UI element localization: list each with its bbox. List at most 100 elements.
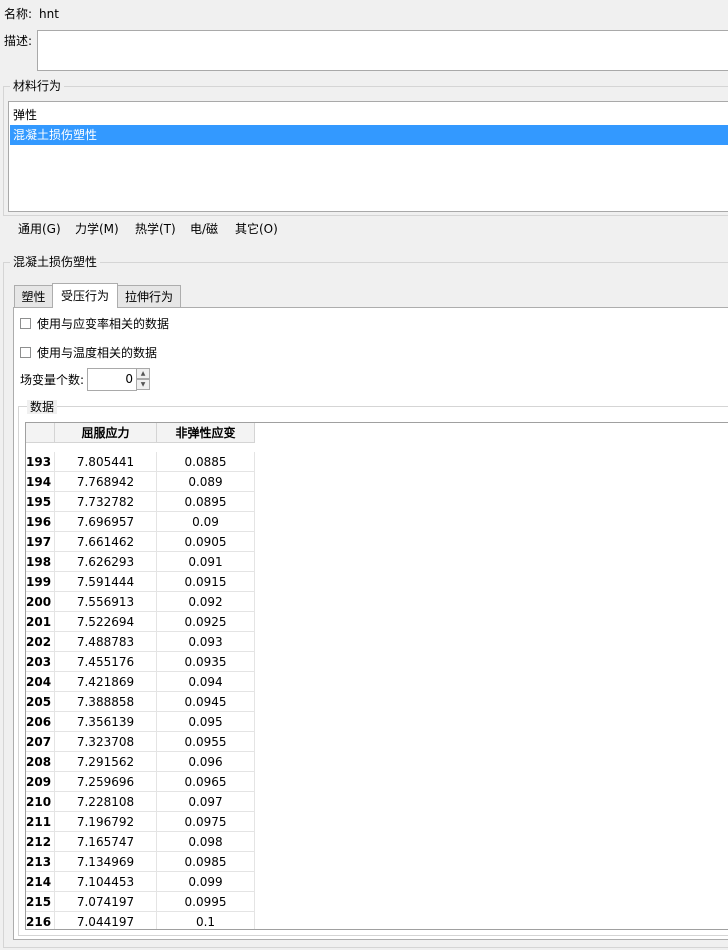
inelastic-strain-cell[interactable]: 0.09 [157,512,255,532]
temperature-label: 使用与温度相关的数据 [37,346,158,360]
yield-stress-cell[interactable]: 7.104453 [55,872,157,892]
chevron-up-icon: ▲ [140,370,146,377]
temperature-checkbox[interactable] [20,347,31,358]
row-number: 204 [26,672,55,692]
inelastic-strain-cell[interactable]: 0.094 [157,672,255,692]
inelastic-strain-cell[interactable]: 0.0935 [157,652,255,672]
row-number: 198 [26,552,55,572]
inelastic-strain-cell[interactable]: 0.0995 [157,892,255,912]
yield-stress-cell[interactable]: 7.455176 [55,652,157,672]
row-number: 193 [26,452,55,472]
yield-stress-cell[interactable]: 7.259696 [55,772,157,792]
yield-stress-cell[interactable]: 7.626293 [55,552,157,572]
row-number: 209 [26,772,55,792]
row-number: 212 [26,832,55,852]
material-behaviors-title: 材料行为 [10,79,65,93]
row-number: 202 [26,632,55,652]
material-behaviors-list: 弹性 混凝土损伤塑性 [8,101,728,212]
tab-plasticity[interactable]: 塑性 [14,285,53,307]
yield-stress-cell[interactable]: 7.768942 [55,472,157,492]
name-label: 名称: [4,7,33,21]
row-number: 206 [26,712,55,732]
yield-stress-cell[interactable]: 7.228108 [55,792,157,812]
row-number: 208 [26,752,55,772]
inelastic-strain-cell[interactable]: 0.096 [157,752,255,772]
description-field[interactable] [37,30,728,71]
row-number: 213 [26,852,55,872]
yield-stress-cell[interactable]: 7.044197 [55,912,157,929]
yield-stress-cell[interactable]: 7.591444 [55,572,157,592]
inelastic-strain-cell[interactable]: 0.1 [157,912,255,929]
menu-other[interactable]: 其它(O) [235,222,278,236]
row-number: 194 [26,472,55,492]
yield-stress-cell[interactable]: 7.522694 [55,612,157,632]
inelastic-strain-cell[interactable]: 0.097 [157,792,255,812]
inelastic-strain-cell[interactable]: 0.0915 [157,572,255,592]
inelastic-strain-cell[interactable]: 0.098 [157,832,255,852]
inelastic-strain-cell[interactable]: 0.099 [157,872,255,892]
yield-stress-cell[interactable]: 7.196792 [55,812,157,832]
yield-stress-cell[interactable]: 7.732782 [55,492,157,512]
behavior-item-concrete-damaged-plasticity[interactable]: 混凝土损伤塑性 [10,125,728,145]
yield-stress-cell[interactable]: 7.421869 [55,672,157,692]
yield-stress-cell[interactable]: 7.074197 [55,892,157,912]
row-number: 205 [26,692,55,712]
row-number: 199 [26,572,55,592]
inelastic-strain-cell[interactable]: 0.0975 [157,812,255,832]
tab-compressive-behavior[interactable]: 受压行为 [52,283,118,308]
yield-stress-cell[interactable]: 7.696957 [55,512,157,532]
row-number: 197 [26,532,55,552]
data-group-title: 数据 [27,400,58,414]
yield-stress-cell[interactable]: 7.556913 [55,592,157,612]
inelastic-strain-cell[interactable]: 0.0925 [157,612,255,632]
spin-down-button[interactable]: ▼ [136,379,150,390]
row-number: 210 [26,792,55,812]
yield-stress-cell[interactable]: 7.388858 [55,692,157,712]
inelastic-strain-cell[interactable]: 0.0955 [157,732,255,752]
chevron-down-icon: ▼ [140,381,146,388]
section-title: 混凝土损伤塑性 [10,255,101,269]
field-variables-label: 场变量个数: [20,373,85,387]
yield-stress-cell[interactable]: 7.356139 [55,712,157,732]
yield-stress-cell[interactable]: 7.488783 [55,632,157,652]
row-number: 211 [26,812,55,832]
row-number: 195 [26,492,55,512]
inelastic-strain-cell[interactable]: 0.0985 [157,852,255,872]
column-header-inelastic-strain[interactable]: 非弹性应变 [157,423,255,443]
inelastic-strain-cell[interactable]: 0.095 [157,712,255,732]
behavior-item-elastic[interactable]: 弹性 [10,105,728,125]
description-label: 描述: [4,34,33,48]
inelastic-strain-cell[interactable]: 0.0965 [157,772,255,792]
inelastic-strain-cell[interactable]: 0.092 [157,592,255,612]
inelastic-strain-cell[interactable]: 0.093 [157,632,255,652]
inelastic-strain-cell[interactable]: 0.089 [157,472,255,492]
yield-stress-cell[interactable]: 7.323708 [55,732,157,752]
inelastic-strain-cell[interactable]: 0.091 [157,552,255,572]
field-variables-input[interactable]: 0 [87,368,137,391]
column-header-yield-stress[interactable]: 屈服应力 [55,423,157,443]
inelastic-strain-cell[interactable]: 0.0885 [157,452,255,472]
inelastic-strain-cell[interactable]: 0.0895 [157,492,255,512]
row-number: 214 [26,872,55,892]
yield-stress-cell[interactable]: 7.805441 [55,452,157,472]
menu-thermal[interactable]: 热学(T) [135,222,176,236]
row-number: 216 [26,912,55,929]
yield-stress-cell[interactable]: 7.165747 [55,832,157,852]
inelastic-strain-cell[interactable]: 0.0945 [157,692,255,712]
tab-tensile-behavior[interactable]: 拉伸行为 [117,285,181,307]
data-table[interactable]: 屈服应力 非弹性应变 1927.8422340.0881937.8054410.… [25,422,728,930]
yield-stress-cell[interactable]: 7.661462 [55,532,157,552]
row-number: 196 [26,512,55,532]
spin-up-button[interactable]: ▲ [136,368,150,379]
row-number: 207 [26,732,55,752]
inelastic-strain-cell[interactable]: 0.0905 [157,532,255,552]
yield-stress-cell[interactable]: 7.291562 [55,752,157,772]
row-number: 201 [26,612,55,632]
strain-rate-checkbox[interactable] [20,318,31,329]
menu-mechanical[interactable]: 力学(M) [75,222,119,236]
row-header-corner [26,423,55,443]
yield-stress-cell[interactable]: 7.134969 [55,852,157,872]
menu-general[interactable]: 通用(G) [18,222,61,236]
row-number: 203 [26,652,55,672]
menu-electrical-magnetic[interactable]: 电/磁 [190,222,218,236]
